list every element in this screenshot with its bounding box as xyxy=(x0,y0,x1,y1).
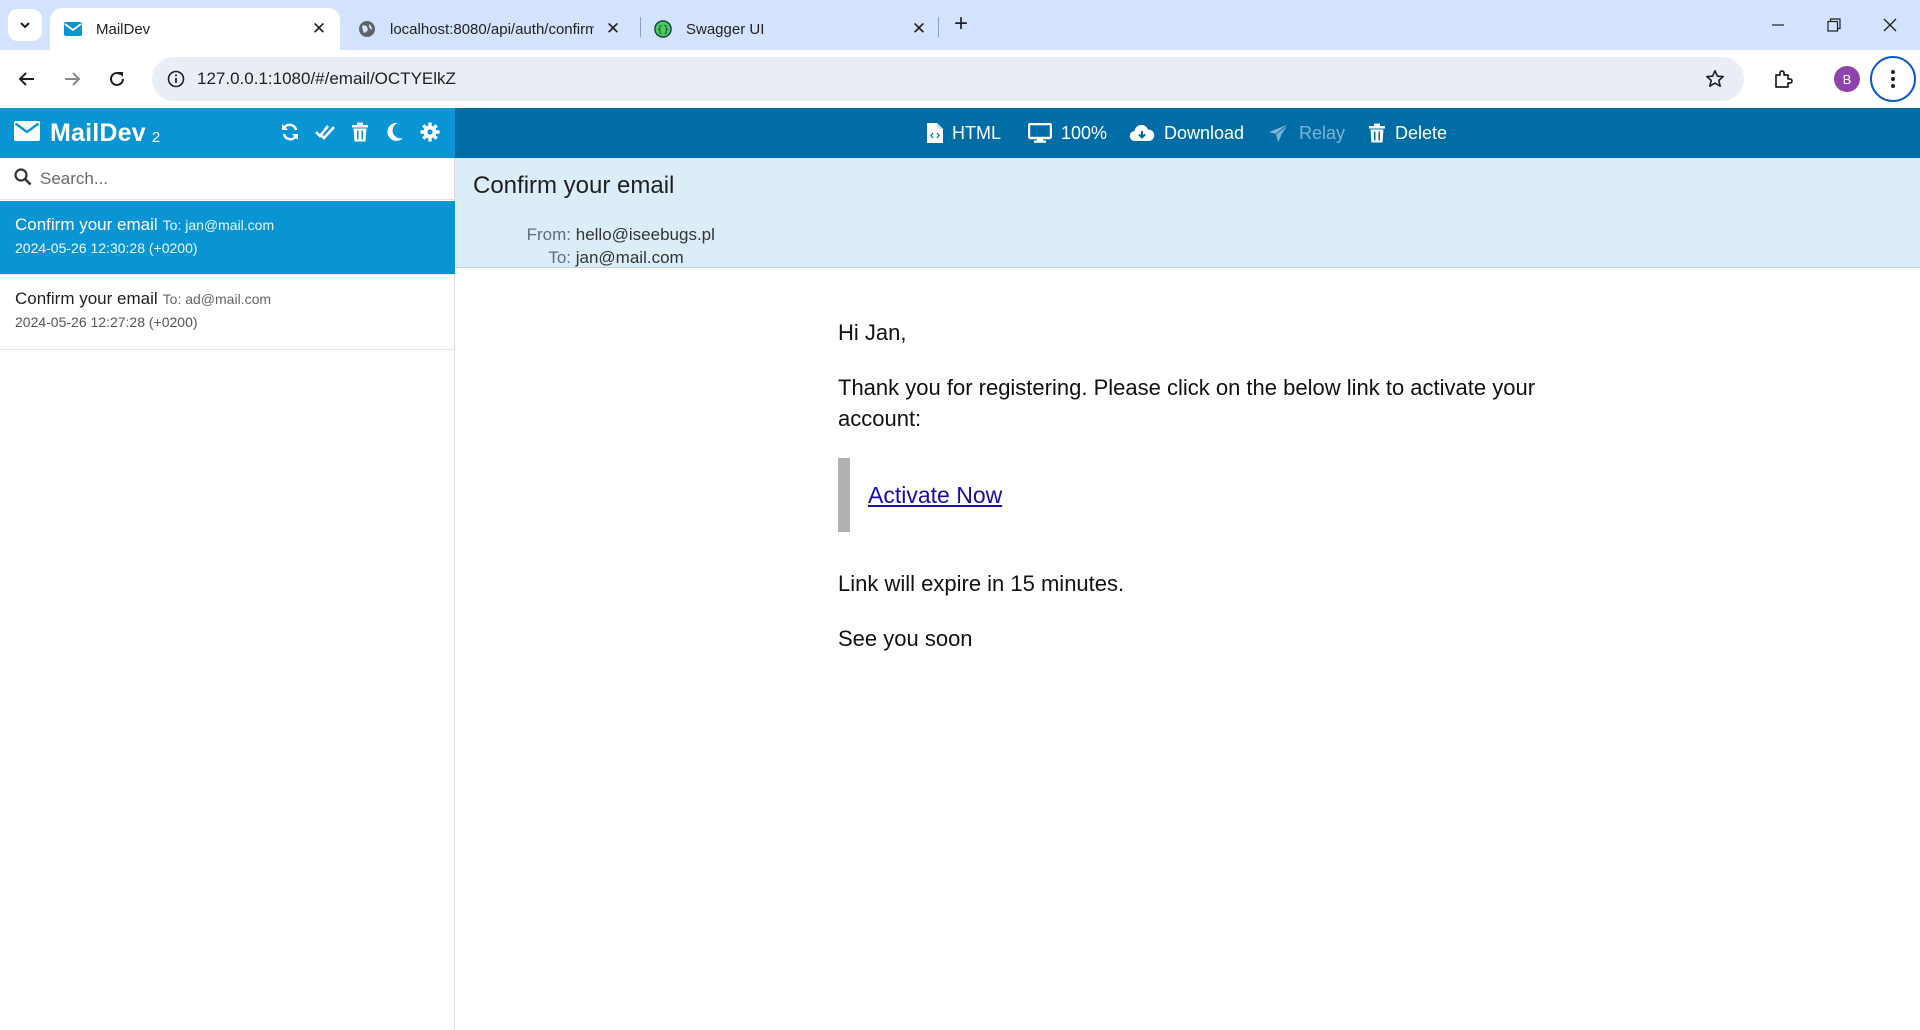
extensions-button[interactable] xyxy=(1766,62,1800,96)
trash-icon xyxy=(1368,123,1386,143)
zoom-button[interactable]: 100% xyxy=(1028,108,1107,158)
svg-text:{}: {} xyxy=(657,25,670,36)
globe-icon xyxy=(358,20,376,38)
email-content: Hi Jan, Thank you for registering. Pleas… xyxy=(838,317,1558,678)
tab-title: Swagger UI xyxy=(686,20,765,38)
tab-search-button[interactable] xyxy=(8,9,42,41)
email-recipient: To: ad@mail.com xyxy=(162,291,272,307)
email-view: HTML 100% Download Relay Delete Confirm … xyxy=(455,108,1920,1030)
browser-toolbar: 127.0.0.1:1080/#/email/OCTYElkZ B xyxy=(0,50,1920,108)
close-icon[interactable]: ✕ xyxy=(308,18,330,40)
tab-title: localhost:8080/api/auth/confirm xyxy=(390,20,594,38)
tab-maildev[interactable]: MailDev ✕ xyxy=(50,8,340,50)
list-item[interactable]: Confirm your email To: jan@mail.com 2024… xyxy=(0,201,455,275)
profile-avatar[interactable]: B xyxy=(1834,66,1860,92)
message-from: From: hello@iseebugs.pl xyxy=(515,225,715,245)
html-button[interactable]: HTML xyxy=(927,108,1001,158)
expiry-note: Link will expire in 15 minutes. xyxy=(838,571,1125,596)
from-address: hello@iseebugs.pl xyxy=(575,225,715,244)
browser-tabstrip: MailDev ✕ localhost:8080/api/auth/confir… xyxy=(0,0,1920,50)
relay-button[interactable]: Relay xyxy=(1268,108,1345,158)
new-tab-button[interactable]: + xyxy=(948,12,974,38)
restore-button[interactable] xyxy=(1806,0,1862,50)
relay-label: Relay xyxy=(1299,122,1346,143)
reload-icon xyxy=(110,71,124,86)
browser-menu-button[interactable] xyxy=(1870,56,1916,102)
tab-title: MailDev xyxy=(96,20,151,38)
file-code-icon xyxy=(927,123,943,143)
kebab-menu-icon xyxy=(1891,70,1895,88)
refresh-icon[interactable] xyxy=(279,121,301,143)
email-subject: Confirm your email xyxy=(15,215,158,234)
sidebar-actions xyxy=(279,121,441,143)
reload-button[interactable] xyxy=(100,62,134,96)
email-list: Confirm your email To: jan@mail.com 2024… xyxy=(0,201,455,350)
tab-swagger[interactable]: {} Swagger UI ✕ xyxy=(640,8,940,50)
mark-all-read-icon[interactable] xyxy=(314,121,336,143)
envelope-icon xyxy=(64,20,82,38)
from-label: From: xyxy=(526,225,571,244)
sidebar: MailDev 2 Search... Confirm your email T… xyxy=(0,108,455,1030)
tab-api-confirm[interactable]: localhost:8080/api/auth/confirm ✕ xyxy=(344,8,634,50)
gear-icon[interactable] xyxy=(419,121,441,143)
to-label: To: xyxy=(548,248,571,267)
html-label: HTML xyxy=(952,122,1001,143)
greeting: Hi Jan, xyxy=(838,320,907,345)
close-icon[interactable]: ✕ xyxy=(908,18,930,40)
arrow-right-icon xyxy=(65,72,81,86)
zoom-label: 100% xyxy=(1061,122,1108,143)
restore-icon xyxy=(1827,18,1841,32)
puzzle-icon xyxy=(1775,70,1793,88)
message-subject: Confirm your email xyxy=(473,172,675,199)
back-button[interactable] xyxy=(10,62,44,96)
email-date: 2024-05-26 12:27:28 (+0200) xyxy=(15,314,198,330)
email-date: 2024-05-26 12:30:28 (+0200) xyxy=(15,240,198,256)
url-text[interactable]: 127.0.0.1:1080/#/email/OCTYElkZ xyxy=(197,69,456,89)
chevron-down-icon xyxy=(20,22,30,29)
close-window-button[interactable] xyxy=(1862,0,1918,50)
forward-button[interactable] xyxy=(55,62,89,96)
sidebar-header: MailDev 2 xyxy=(0,108,455,158)
email-subject: Confirm your email xyxy=(15,289,158,308)
trash-icon[interactable] xyxy=(349,121,371,143)
bookmark-star-icon[interactable] xyxy=(1702,66,1728,92)
swagger-icon: {} xyxy=(654,20,672,38)
monitor-icon xyxy=(1028,123,1052,143)
search-bar xyxy=(0,158,455,200)
email-recipient: To: jan@mail.com xyxy=(162,217,275,233)
brand[interactable]: MailDev 2 xyxy=(14,119,160,148)
moon-icon[interactable] xyxy=(384,121,406,143)
arrow-left-icon xyxy=(18,72,34,86)
delete-label: Delete xyxy=(1395,122,1448,143)
close-icon xyxy=(1883,18,1897,32)
minimize-icon xyxy=(1772,24,1784,26)
address-bar[interactable]: 127.0.0.1:1080/#/email/OCTYElkZ xyxy=(152,57,1744,101)
paper-plane-icon xyxy=(1268,123,1290,143)
envelope-icon xyxy=(14,121,40,146)
delete-button[interactable]: Delete xyxy=(1368,108,1447,158)
close-icon[interactable]: ✕ xyxy=(602,18,624,40)
message-to: To: jan@mail.com xyxy=(515,248,684,268)
app-name: MailDev xyxy=(50,119,146,147)
email-toolbar: HTML 100% Download Relay Delete xyxy=(455,108,1920,158)
site-info-icon[interactable] xyxy=(164,67,188,91)
tab-separator xyxy=(938,17,939,37)
closing-line: See you soon xyxy=(838,626,973,651)
download-label: Download xyxy=(1164,122,1245,143)
activate-link[interactable]: Activate Now xyxy=(868,480,1002,511)
search-input[interactable] xyxy=(40,166,440,192)
download-button[interactable]: Download xyxy=(1129,108,1244,158)
body-paragraph: Thank you for registering. Please click … xyxy=(838,375,1536,431)
list-item[interactable]: Confirm your email To: ad@mail.com 2024-… xyxy=(0,275,455,350)
search-icon xyxy=(14,168,32,191)
maildev-app: MailDev 2 Search... Confirm your email T… xyxy=(0,108,1920,1030)
to-address: jan@mail.com xyxy=(575,248,684,267)
cloud-download-icon xyxy=(1129,123,1155,143)
message-body: Hi Jan, Thank you for registering. Pleas… xyxy=(455,269,1920,1030)
minimize-button[interactable] xyxy=(1750,0,1806,50)
email-count: 2 xyxy=(151,129,161,146)
activation-block: Activate Now xyxy=(838,458,1558,532)
message-header: Confirm your email From: hello@iseebugs.… xyxy=(455,158,1920,268)
